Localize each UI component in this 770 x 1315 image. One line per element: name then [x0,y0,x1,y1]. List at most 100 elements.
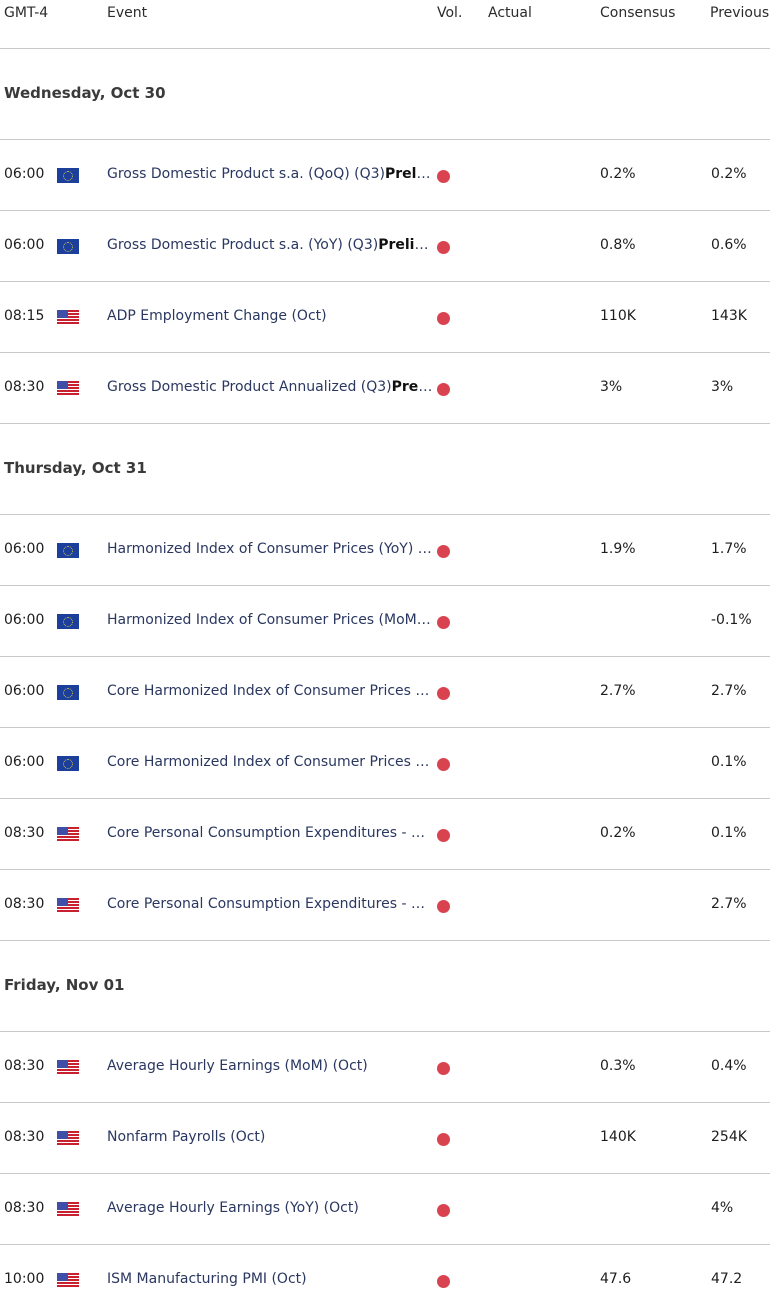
us-flag-icon [57,827,79,842]
event-row[interactable]: 06:00 Core Harmonized Index of Consumer P… [0,657,770,728]
consensus-value: 47.6 [600,1271,632,1287]
event-time: 08:30 [4,379,45,395]
previous-value: -0.1% [711,612,752,628]
event-name[interactable]: Core Harmonized Index of Consumer Prices… [107,683,433,699]
header-consensus: Consensus [600,5,676,21]
eu-stars-icon [63,687,73,698]
volatility-high-icon [437,241,450,254]
event-name-suffix: Prelim… [378,237,433,253]
event-name[interactable]: Gross Domestic Product Annualized (Q3)Pr… [107,379,433,395]
header-volatility: Vol. [437,5,463,21]
event-row[interactable]: 08:30 Core Personal Consumption Expenditu… [0,870,770,941]
event-name[interactable]: Gross Domestic Product s.a. (QoQ) (Q3)Pr… [107,166,433,182]
previous-value: 1.7% [711,541,747,557]
us-flag-icon [57,1273,79,1288]
event-name-text: Average Hourly Earnings (MoM) (Oct) [107,1058,368,1074]
event-name[interactable]: Core Personal Consumption Expenditures -… [107,896,433,912]
event-name-text: Gross Domestic Product s.a. (YoY) (Q3) [107,237,379,253]
event-row[interactable]: 06:00 Harmonized Index of Consumer Prices… [0,586,770,657]
header-previous: Previous [710,5,770,21]
volatility-high-icon [437,383,450,396]
table-header: GMT-4 Event Vol. Actual Consensus Previo… [0,0,770,49]
previous-value: 0.4% [711,1058,747,1074]
eu-flag-icon [57,543,79,558]
event-row[interactable]: 06:00 Gross Domestic Product s.a. (QoQ) (… [0,140,770,211]
header-timezone[interactable]: GMT-4 [4,5,48,21]
event-name-text: Gross Domestic Product Annualized (Q3) [107,379,392,395]
event-name[interactable]: Nonfarm Payrolls (Oct) [107,1129,433,1145]
event-time: 08:30 [4,1058,45,1074]
event-name[interactable]: Harmonized Index of Consumer Prices (YoY… [107,541,433,557]
day-label: Friday, Nov 01 [4,976,125,994]
economic-calendar: Wednesday, Oct 30 06:00 Gross Domestic Pro… [0,49,770,1315]
previous-value: 4% [711,1200,734,1216]
event-time: 08:15 [4,308,45,324]
event-row[interactable]: 06:00 Harmonized Index of Consumer Prices… [0,515,770,586]
event-time: 06:00 [4,541,45,557]
consensus-value: 3% [600,379,623,395]
us-flag-icon [57,1060,79,1075]
event-time: 10:00 [4,1271,45,1287]
us-flag-icon [57,381,79,396]
event-name[interactable]: Gross Domestic Product s.a. (YoY) (Q3)Pr… [107,237,433,253]
previous-value: 254K [711,1129,747,1145]
eu-stars-icon [63,170,73,181]
volatility-high-icon [437,170,450,183]
event-row[interactable]: 08:30 Average Hourly Earnings (YoY) (Oct)… [0,1174,770,1245]
event-time: 08:30 [4,896,45,912]
eu-stars-icon [63,545,73,556]
previous-value: 0.2% [711,166,747,182]
eu-stars-icon [63,616,73,627]
previous-value: 3% [711,379,734,395]
event-row[interactable]: 08:30 Core Personal Consumption Expenditu… [0,799,770,870]
event-name[interactable]: Average Hourly Earnings (YoY) (Oct) [107,1200,433,1216]
us-flag-icon [57,1202,79,1217]
previous-value: 2.7% [711,683,747,699]
event-name-text: Harmonized Index of Consumer Prices (YoY… [107,541,433,557]
previous-value: 0.1% [711,825,747,841]
eu-stars-icon [63,241,73,252]
event-name[interactable]: Core Harmonized Index of Consumer Prices… [107,754,433,770]
event-name-text: Harmonized Index of Consumer Prices (MoM… [107,612,433,628]
day-header: Wednesday, Oct 30 [0,49,770,140]
event-name-text: ADP Employment Change (Oct) [107,308,327,324]
event-name-suffix: Preli… [391,379,433,395]
volatility-high-icon [437,1133,450,1146]
header-event: Event [107,5,148,21]
volatility-high-icon [437,687,450,700]
event-name[interactable]: Harmonized Index of Consumer Prices (MoM… [107,612,433,628]
event-name[interactable]: ISM Manufacturing PMI (Oct) [107,1271,433,1287]
event-name[interactable]: ADP Employment Change (Oct) [107,308,433,324]
consensus-value: 2.7% [600,683,636,699]
event-row[interactable]: 06:00 Gross Domestic Product s.a. (YoY) (… [0,211,770,282]
eu-stars-icon [63,758,73,769]
consensus-value: 0.8% [600,237,636,253]
header-actual: Actual [488,5,532,21]
event-name-text: Core Personal Consumption Expenditures -… [107,896,433,912]
event-row[interactable]: 06:00 Core Harmonized Index of Consumer P… [0,728,770,799]
us-flag-icon [57,310,79,325]
event-name-text: Average Hourly Earnings (YoY) (Oct) [107,1200,359,1216]
event-name-text: Core Personal Consumption Expenditures -… [107,825,433,841]
event-row[interactable]: 08:30 Average Hourly Earnings (MoM) (Oct)… [0,1032,770,1103]
eu-flag-icon [57,756,79,771]
event-time: 08:30 [4,1129,45,1145]
event-time: 06:00 [4,237,45,253]
event-row[interactable]: 08:30 Gross Domestic Product Annualized (… [0,353,770,424]
event-name-suffix: Preli… [384,166,433,182]
volatility-high-icon [437,900,450,913]
eu-flag-icon [57,239,79,254]
volatility-high-icon [437,545,450,558]
event-name-text: Core Harmonized Index of Consumer Prices… [107,754,433,770]
event-time: 06:00 [4,683,45,699]
event-name-text: Nonfarm Payrolls (Oct) [107,1129,266,1145]
event-name[interactable]: Average Hourly Earnings (MoM) (Oct) [107,1058,433,1074]
event-row[interactable]: 10:00 ISM Manufacturing PMI (Oct) 47.6 47.2 [0,1245,770,1315]
day-label: Thursday, Oct 31 [4,459,147,477]
event-name[interactable]: Core Personal Consumption Expenditures -… [107,825,433,841]
event-row[interactable]: 08:30 Nonfarm Payrolls (Oct) 140K 254K [0,1103,770,1174]
event-name-text: Gross Domestic Product s.a. (QoQ) (Q3) [107,166,385,182]
consensus-value: 0.2% [600,166,636,182]
volatility-high-icon [437,1062,450,1075]
event-row[interactable]: 08:15 ADP Employment Change (Oct) 110K 143K [0,282,770,353]
